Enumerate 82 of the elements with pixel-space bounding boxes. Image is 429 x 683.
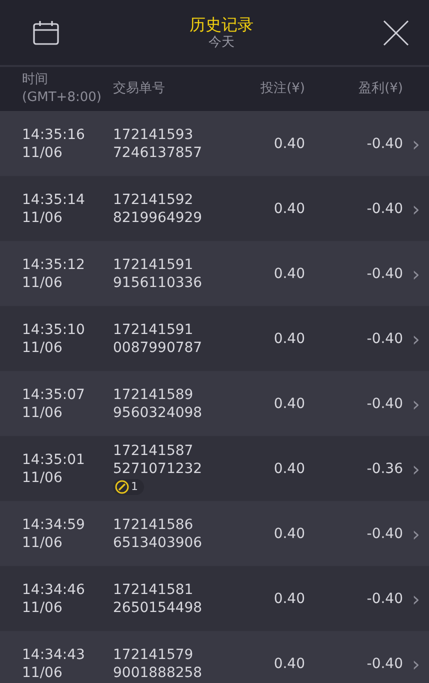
- date-text: 11/06: [22, 468, 62, 486]
- stake-amount: 0.40: [274, 200, 305, 218]
- order-number: 172141591: [113, 256, 194, 274]
- stake-amount: 0.40: [274, 394, 305, 412]
- stake-amount: 0.40: [274, 460, 305, 478]
- date-text: 11/06: [22, 598, 62, 616]
- profit-amount: -0.40: [366, 590, 403, 608]
- time-text: 14:35:12: [22, 256, 85, 274]
- order-number: 172141586: [113, 516, 194, 534]
- history-row[interactable]: 14:34:46 11/06 172141581 2650154498 0.40 -0.40 ›: [0, 566, 429, 631]
- history-row[interactable]: 14:35:12 11/06 172141591 9156110336 0.40 -0.40 ›: [0, 241, 429, 306]
- profit-amount: -0.36: [366, 460, 403, 478]
- time-text: 14:34:46: [22, 580, 85, 598]
- profit-amount: -0.40: [366, 330, 403, 348]
- order-number: 172141581: [113, 580, 194, 598]
- date-filter-label: 今天: [208, 34, 234, 50]
- order-number: 2650154498: [113, 598, 202, 616]
- column-header: 投注(¥): [260, 80, 305, 98]
- order-number: 172141589: [113, 386, 194, 404]
- profit-amount: -0.40: [366, 134, 403, 152]
- profit-amount: -0.40: [366, 394, 403, 412]
- profit-amount: -0.40: [366, 264, 403, 282]
- date-text: 11/06: [22, 664, 62, 682]
- order-number: 172141593: [113, 126, 194, 144]
- history-row[interactable]: 14:35:01 11/06 172141587 5271071232 1 0.40 -0.36 ›: [0, 436, 429, 501]
- stake-amount: 0.40: [274, 524, 305, 542]
- order-number: 7246137857: [113, 144, 202, 162]
- chevron-icon: ›: [412, 394, 420, 412]
- order-number: 9560324098: [113, 404, 202, 422]
- order-number: 172141592: [113, 190, 194, 208]
- time-text: 14:35:07: [22, 386, 85, 404]
- time-text: 14:35:01: [22, 450, 85, 468]
- chevron-icon: ›: [412, 330, 420, 348]
- history-row[interactable]: 14:35:16 11/06 172141593 7246137857 0.40 -0.40 ›: [0, 111, 429, 176]
- time-text: 14:35:14: [22, 190, 85, 208]
- time-text: 14:35:10: [22, 320, 85, 338]
- column-header: (GMT+8:00): [22, 89, 102, 107]
- order-number: 172141591: [113, 320, 194, 338]
- bonus-badge: 1: [113, 479, 144, 495]
- order-number: 0087990787: [113, 338, 202, 356]
- order-number: 8219964929: [113, 208, 202, 226]
- stake-amount: 0.40: [274, 134, 305, 152]
- chevron-icon: ›: [412, 200, 420, 218]
- date-text: 11/06: [22, 208, 62, 226]
- time-text: 14:34:59: [22, 516, 85, 534]
- chevron-icon: ›: [412, 460, 420, 478]
- history-row[interactable]: 14:34:59 11/06 172141586 6513403906 0.40 -0.40 ›: [0, 501, 429, 566]
- date-text: 11/06: [22, 338, 62, 356]
- column-header: 盈利(¥): [358, 80, 403, 98]
- profit-amount: -0.40: [366, 200, 403, 218]
- profit-amount: -0.40: [366, 524, 403, 542]
- stake-amount: 0.40: [274, 654, 305, 672]
- stake-amount: 0.40: [274, 590, 305, 608]
- column-header: 时间: [22, 71, 48, 89]
- profit-amount: -0.40: [366, 654, 403, 672]
- order-number: 172141579: [113, 646, 194, 664]
- chevron-icon: ›: [412, 134, 420, 152]
- date-text: 11/06: [22, 404, 62, 422]
- date-text: 11/06: [22, 534, 62, 552]
- history-row[interactable]: 14:35:07 11/06 172141589 9560324098 0.40 -0.40 ›: [0, 371, 429, 436]
- column-header: 交易单号: [113, 80, 165, 98]
- order-number: 6513403906: [113, 534, 202, 552]
- time-text: 14:34:43: [22, 646, 85, 664]
- stake-amount: 0.40: [274, 330, 305, 348]
- time-text: 14:35:16: [22, 126, 85, 144]
- stake-amount: 0.40: [274, 264, 305, 282]
- history-row[interactable]: 14:34:43 11/06 172141579 9001888258 0.40 -0.40 ›: [0, 631, 429, 683]
- chevron-icon: ›: [412, 524, 420, 542]
- order-number: 172141587: [113, 442, 194, 460]
- order-number: 9156110336: [113, 274, 202, 292]
- date-text: 11/06: [22, 144, 62, 162]
- chevron-icon: ›: [412, 590, 420, 608]
- history-row[interactable]: 14:35:14 11/06 172141592 8219964929 0.40 -0.40 ›: [0, 176, 429, 241]
- calendar-icon[interactable]: [32, 20, 60, 46]
- history-row[interactable]: 14:35:10 11/06 172141591 0087990787 0.40 -0.40 ›: [0, 306, 429, 371]
- order-number: 5271071232: [113, 460, 202, 478]
- chevron-icon: ›: [412, 264, 420, 282]
- chevron-icon: ›: [412, 654, 420, 672]
- close-icon[interactable]: [383, 20, 409, 46]
- window-title: 历史记录: [190, 14, 254, 34]
- order-number: 9001888258: [113, 664, 202, 682]
- date-text: 11/06: [22, 274, 62, 292]
